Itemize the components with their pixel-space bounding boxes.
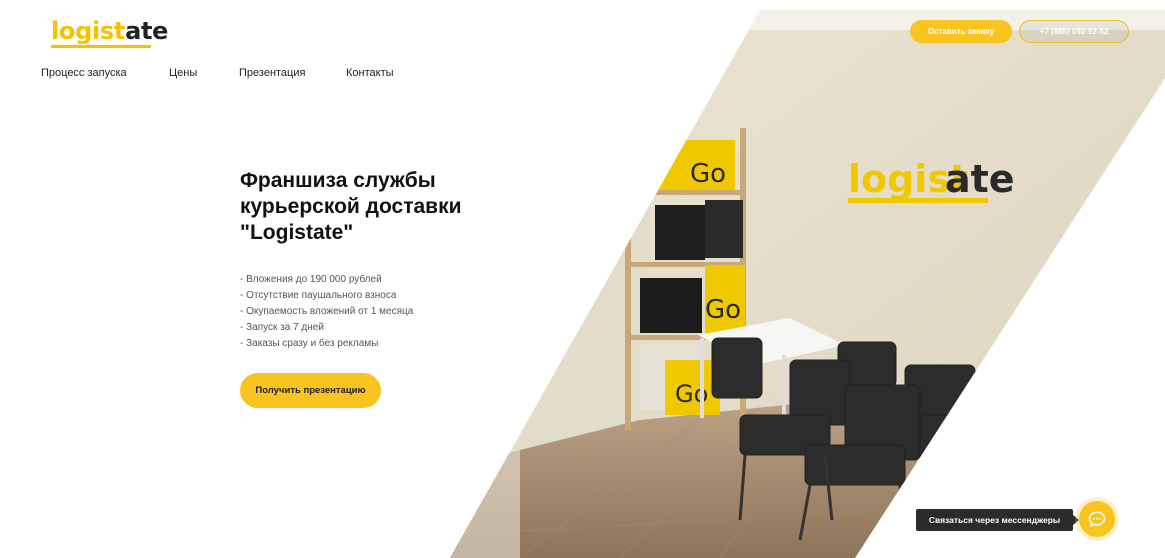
logo-part1: logist — [51, 17, 126, 45]
phone-button[interactable]: +7 (985) 092-92-52 — [1019, 20, 1129, 43]
svg-text:ate: ate — [945, 157, 1015, 201]
get-presentation-button[interactable]: Получить презентацию — [240, 373, 381, 408]
bullet-item: - Вложения до 190 000 рублей — [240, 274, 382, 285]
nav-item-prices[interactable]: Цены — [169, 67, 197, 79]
nav-item-launch-process[interactable]: Процесс запуска — [41, 67, 127, 79]
messenger-label[interactable]: Связаться через мессенджеры — [916, 509, 1073, 531]
logo-underline — [51, 45, 151, 48]
svg-text:Go: Go — [705, 295, 741, 325]
box-label: Go — [690, 159, 726, 189]
bullet-item: - Отсутствие паушального взноса — [240, 290, 397, 301]
nav-item-contacts[interactable]: Контакты — [346, 67, 394, 79]
logo-part2: ate — [125, 17, 169, 45]
hero-title: Франшиза службы курьерской доставки "Log… — [240, 168, 500, 246]
request-button[interactable]: Оставить заявку — [910, 20, 1012, 43]
hero-title-line: Франшиза службы — [240, 169, 436, 192]
wall-logo: logist ate — [848, 157, 1015, 203]
logo[interactable]: logistate — [51, 17, 169, 48]
messenger-button[interactable] — [1079, 501, 1115, 537]
hero-photo: Go Go Go logist ate — [450, 10, 1165, 558]
chat-bubble-icon — [1088, 511, 1106, 528]
bullet-item: - Заказы сразу и без рекламы — [240, 338, 379, 349]
nav-item-presentation[interactable]: Презентация — [239, 67, 305, 79]
bullet-item: - Окупаемость вложений от 1 месяца — [240, 306, 414, 317]
hero-bullets: - Вложения до 190 000 рублей - Отсутстви… — [240, 272, 413, 352]
hero-title-line: "Logistate" — [240, 221, 354, 244]
bullet-item: - Запуск за 7 дней — [240, 322, 324, 333]
hero-title-line: курьерской доставки — [240, 195, 462, 218]
